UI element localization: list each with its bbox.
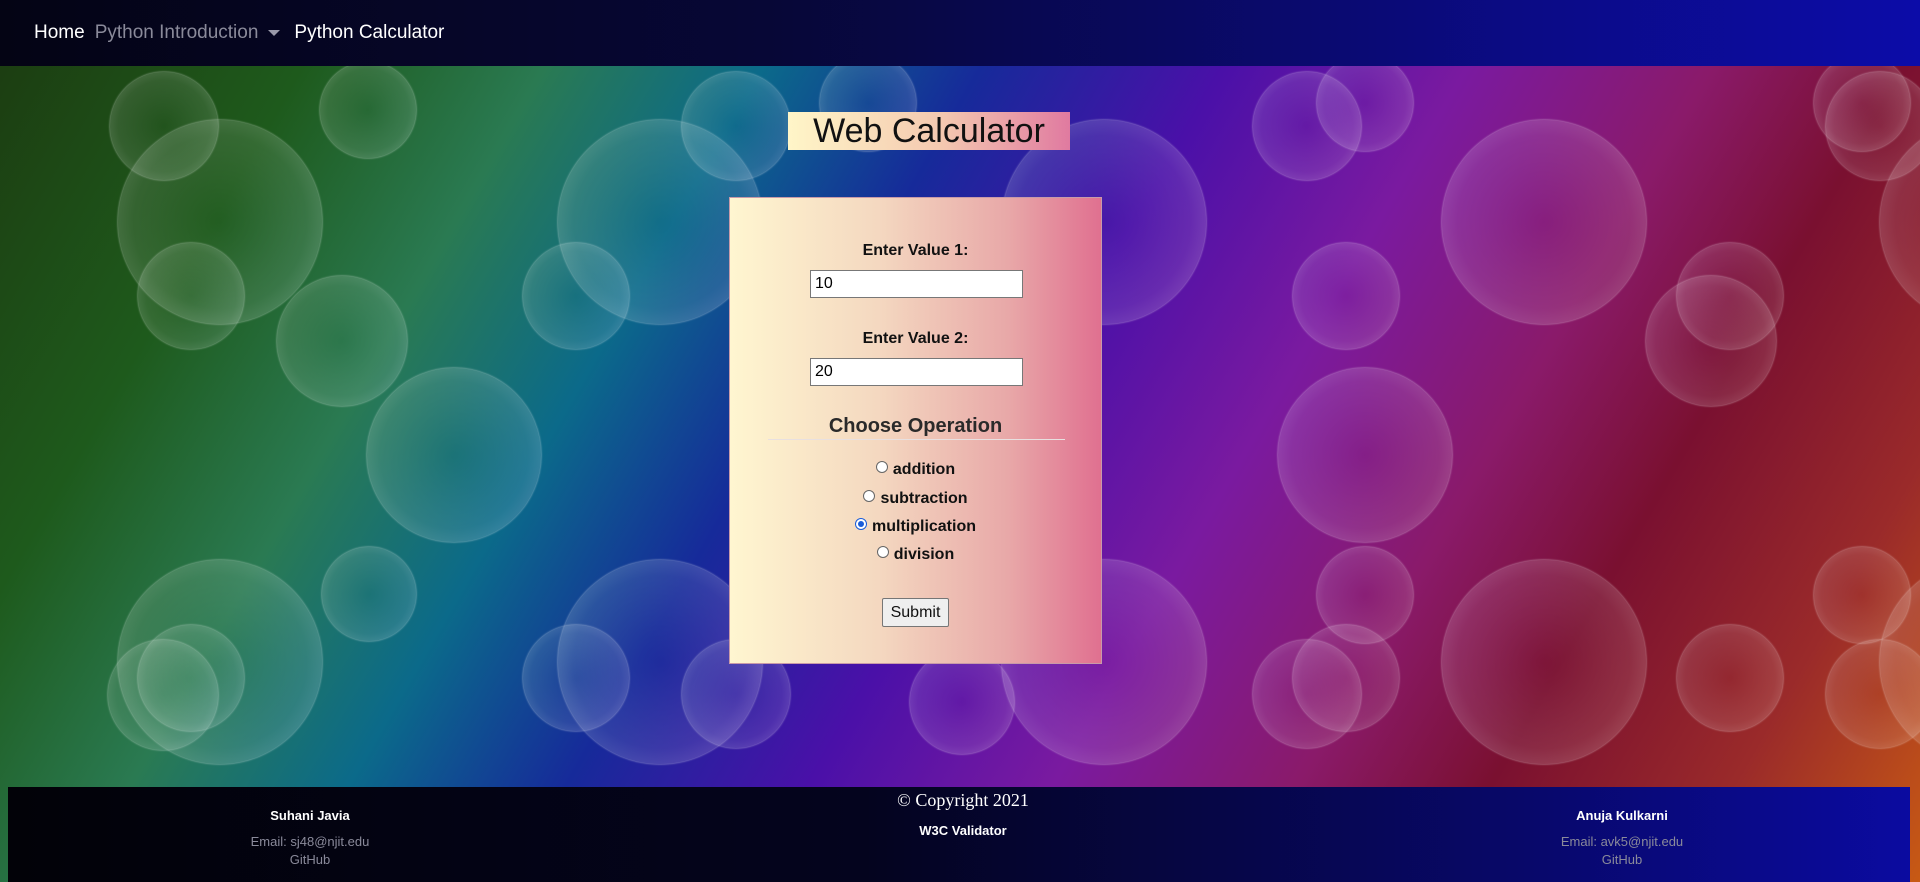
divider (768, 439, 1065, 440)
nav-python-introduction-label: Python Introduction (94, 22, 259, 43)
radio-subtraction[interactable] (863, 490, 876, 502)
bubble (1278, 368, 1452, 542)
operation-subtraction[interactable]: subtraction (730, 490, 1101, 508)
caret-down-icon (268, 29, 281, 36)
value1-input[interactable] (810, 270, 1023, 298)
operation-addition-label: addition (892, 461, 956, 478)
operation-division-label: division (893, 546, 955, 563)
nav-python-calculator-link[interactable]: Python Calculator (294, 22, 444, 44)
bubble (523, 243, 629, 349)
radio-division[interactable] (876, 546, 889, 558)
author-name: Anuja Kulkarni (1576, 808, 1668, 823)
bubble (138, 243, 244, 349)
bubble (138, 625, 244, 731)
author-name: Suhani Javia (270, 808, 350, 823)
operation-multiplication[interactable]: multiplication (730, 518, 1101, 536)
page-title: Web Calculator (788, 112, 1070, 150)
calculator-form: Enter Value 1: Enter Value 2: Choose Ope… (729, 197, 1102, 664)
navbar: Home Python Introduction Python Calculat… (0, 0, 1920, 66)
operation-addition[interactable]: addition (730, 461, 1101, 479)
operation-heading: Choose Operation (828, 415, 1003, 437)
bubble (1317, 55, 1413, 151)
nav-python-introduction-dropdown[interactable]: Python Introduction (95, 22, 285, 44)
operation-multiplication-label: multiplication (872, 518, 976, 535)
value2-input[interactable] (810, 358, 1023, 386)
bubble (523, 625, 629, 731)
bubble (1442, 560, 1646, 764)
value2-label: Enter Value 2: (862, 330, 969, 347)
github-link[interactable]: GitHub (1500, 852, 1744, 867)
github-link[interactable]: GitHub (188, 852, 432, 867)
bubble (1442, 120, 1646, 324)
bubble (910, 650, 1014, 754)
author-email: Email: sj48@njit.edu (250, 834, 370, 849)
radio-addition[interactable] (875, 461, 888, 473)
bubble (1293, 243, 1399, 349)
bubble (277, 276, 407, 406)
value1-label: Enter Value 1: (862, 242, 969, 259)
footer-author-right: Anuja Kulkarni Email: avk5@njit.edu GitH… (1500, 787, 1744, 867)
bubble (367, 368, 541, 542)
author-email: Email: avk5@njit.edu (1560, 834, 1684, 849)
bubble (1677, 243, 1783, 349)
bubble (320, 62, 416, 158)
bubble (682, 72, 790, 180)
bubble (1677, 625, 1783, 731)
operation-division[interactable]: division (730, 546, 1101, 564)
footer-author-left: Suhani Javia Email: sj48@njit.edu GitHub (188, 787, 432, 867)
footer: Suhani Javia Email: sj48@njit.edu GitHub… (8, 787, 1910, 882)
bubble (1293, 625, 1399, 731)
submit-button[interactable]: Submit (882, 598, 949, 627)
bubble (322, 547, 416, 641)
radio-multiplication[interactable] (855, 518, 867, 530)
footer-center: © Copyright 2021 W3C Validator (838, 787, 1088, 838)
nav-home-link[interactable]: Home (34, 22, 85, 44)
copyright-text: © Copyright 2021 (897, 790, 1029, 810)
operation-subtraction-label: subtraction (880, 490, 968, 507)
w3c-validator-link[interactable]: W3C Validator (838, 823, 1088, 838)
